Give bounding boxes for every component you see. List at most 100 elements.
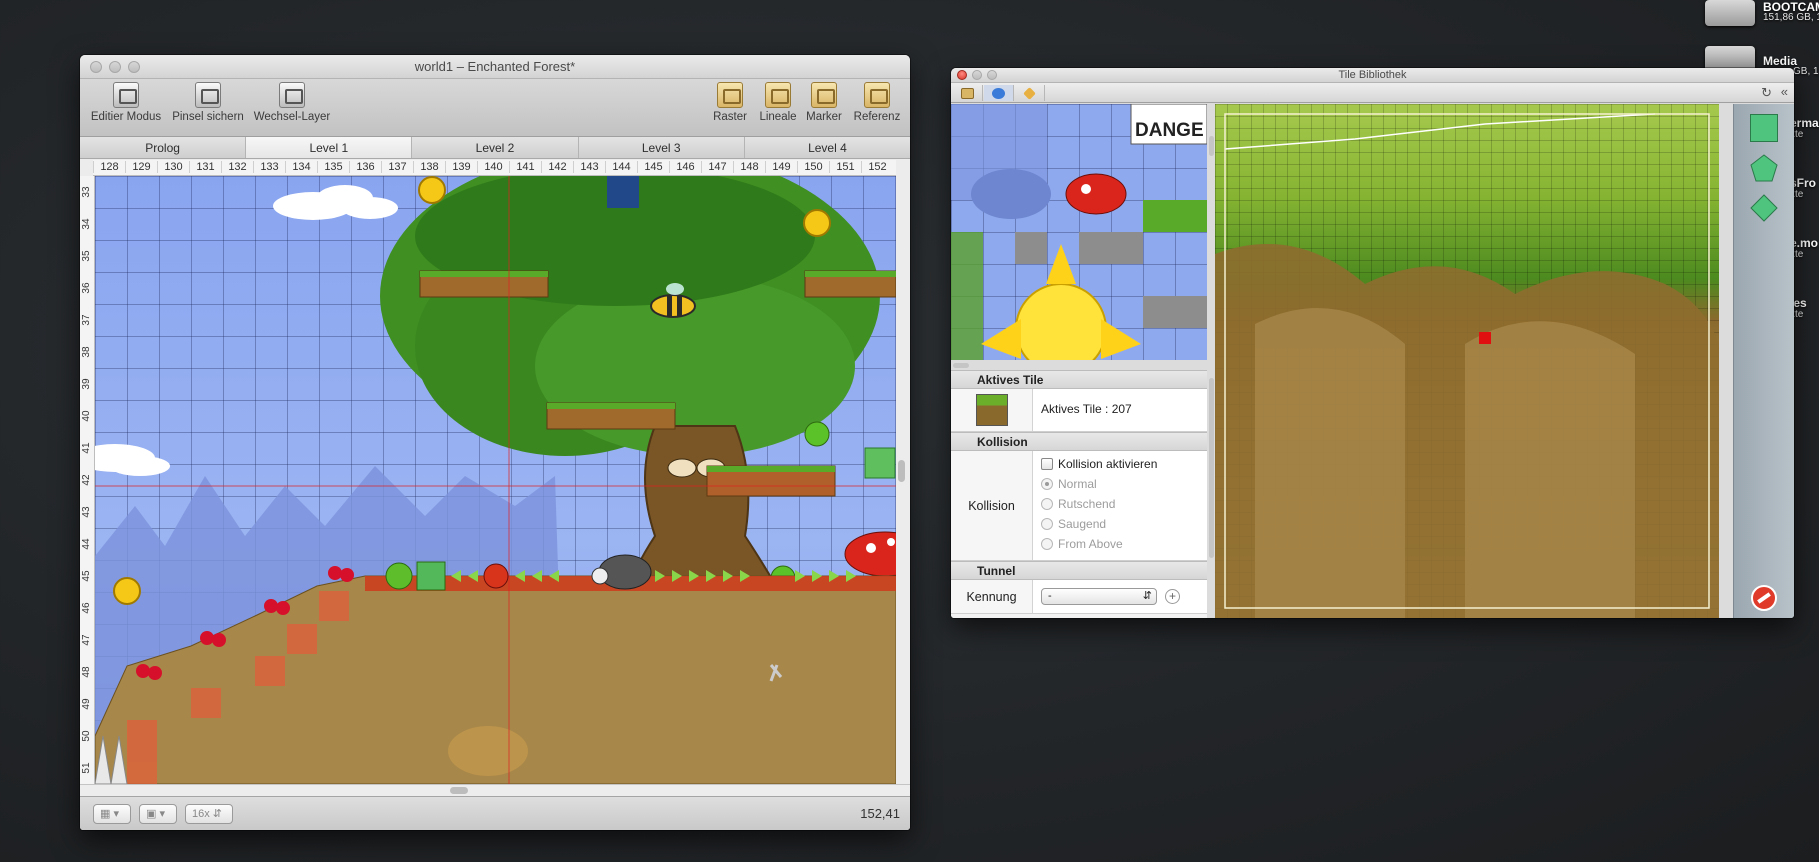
desktop-icon-file-3[interactable]: e.mo kte [1790,236,1819,266]
editor-statusbar: ▦ ▾ ▣ ▾ 16x ⇵ 152,41 [80,796,910,830]
palette-scrollbar[interactable] [1209,136,1214,156]
palette-hscroll[interactable] [953,363,969,368]
diamond-shape-button[interactable] [1750,194,1778,222]
tab-prolog[interactable]: Prolog [80,137,247,158]
desktop-icon-file-2[interactable]: sFro kte [1790,176,1819,206]
collapse-icon[interactable]: « [1781,84,1788,99]
clear-shape-button[interactable] [1750,584,1778,612]
collision-option-normal[interactable]: Normal [1041,477,1097,491]
radio-button[interactable] [1041,538,1053,550]
close-button[interactable] [90,61,102,73]
row-ruler: 33 34 35 36 37 38 39 40 41 42 43 44 45 46 47 48 49 50 51 [80,176,95,784]
desktop-icon-file-1[interactable]: erma kte [1790,116,1819,146]
radio-label: Normal [1058,477,1097,491]
zoom-button[interactable] [128,61,140,73]
zoom-button[interactable] [987,70,997,80]
collision-option-saugend[interactable]: Saugend [1041,517,1106,531]
rulers-button[interactable]: Lineale [756,82,800,123]
column-number: 136 [349,161,381,173]
tile-marker-button[interactable] [1015,85,1045,101]
tab-level-4[interactable]: Level 4 [745,137,910,158]
pentagon-shape-button[interactable] [1750,154,1778,182]
edit-mode-icon [113,82,139,108]
desktop-icon-sublabel: 151,86 GB, 1 [1763,12,1819,23]
add-kennung-button[interactable]: + [1165,589,1180,604]
column-number: 137 [381,161,413,173]
tile-next-button[interactable] [984,85,1014,101]
radio-button[interactable] [1041,478,1053,490]
row-number: 35 [81,250,92,262]
layer-view-popup[interactable]: ▦ ▾ [93,804,131,824]
zoom-stepper[interactable]: 16x ⇵ [185,804,233,824]
collision-checkbox[interactable] [1041,458,1053,470]
radio-label: Rutschend [1058,497,1116,511]
grid-button[interactable]: Raster [708,82,752,123]
return-arrow-block [416,561,446,591]
window-title: Tile Bibliothek [1338,69,1407,81]
tile-palette-art: DANGE [951,104,1207,360]
kennung-value: - [1048,590,1052,602]
edit-mode-button[interactable]: Editier Modus [88,82,164,123]
tile-grid-button[interactable] [953,85,983,101]
row-number: 45 [81,570,92,582]
minimize-button[interactable] [972,70,982,80]
tile-thumbnail [975,394,1008,426]
horizontal-scroll-thumb[interactable] [450,787,468,794]
row-number: 48 [81,666,92,678]
wood-platform [546,402,676,430]
apple-pickup [804,421,830,447]
tile-library-titlebar[interactable]: Tile Bibliothek [951,68,1794,83]
close-button[interactable] [957,70,967,80]
row-number: 42 [81,474,92,486]
save-brush-button[interactable]: Pinsel sichern [168,82,248,123]
inspector-scrollbar[interactable] [1209,378,1214,558]
selected-pixel-marker [1479,332,1491,344]
tile-zoom-preview[interactable] [1215,104,1719,618]
column-number: 135 [317,161,349,173]
refresh-icon[interactable]: ↻ [1761,85,1772,101]
vertical-scroll-thumb[interactable] [898,460,905,482]
radio-button[interactable] [1041,518,1053,530]
desktop-icon-bootcamp[interactable]: BOOTCAM 151,86 GB, 1 [1705,0,1819,30]
level-canvas[interactable] [95,176,896,784]
column-number: 129 [125,161,157,173]
tile-palette[interactable]: DANGE [951,104,1207,360]
cloud [273,185,398,220]
diamond-icon [1750,194,1778,222]
row-number: 44 [81,538,92,550]
switch-layer-button[interactable]: Wechsel-Layer [252,82,332,123]
toolbar-label: Wechsel-Layer [253,111,331,123]
tile-view-popup[interactable]: ▣ ▾ [139,804,177,824]
marker-button[interactable]: Marker [802,82,846,123]
editor-toolbar: Editier Modus Pinsel sichern Wechsel-Lay… [80,79,910,137]
desktop-icon-file-4[interactable]: les kte [1790,296,1819,326]
row-number: 37 [81,314,92,326]
pentagon-icon [1750,154,1778,182]
active-tile-row: Aktives Tile : 207 [951,389,1207,432]
kennung-select[interactable]: - ⇵ [1041,588,1157,605]
toolbar-label: Editier Modus [90,111,162,123]
collision-option-from-above[interactable]: From Above [1041,537,1123,551]
wood-platform [419,270,549,298]
ruler-icon [765,82,791,108]
tab-level-2[interactable]: Level 2 [412,137,579,158]
tab-level-1[interactable]: Level 1 [246,137,413,158]
active-tile-header: Aktives Tile [951,370,1207,389]
collision-option-rutschend[interactable]: Rutschend [1041,497,1115,511]
grid-icon [961,87,974,99]
square-shape-button[interactable] [1750,114,1778,142]
minimize-button[interactable] [109,61,121,73]
reference-button[interactable]: Referenz [850,82,904,123]
collision-checkbox-row[interactable]: Kollision aktivieren [1041,457,1157,471]
row-number: 40 [81,410,92,422]
tab-level-3[interactable]: Level 3 [579,137,745,158]
horizontal-scrollbar[interactable] [80,784,910,796]
sun-tile [1015,283,1107,360]
row-number: 39 [81,378,92,390]
smiley-coin [803,209,831,237]
editor-titlebar[interactable]: world1 – Enchanted Forest* [80,55,910,79]
smiley-coin [418,176,446,204]
column-number: 149 [765,161,797,173]
column-number: 142 [541,161,573,173]
radio-button[interactable] [1041,498,1053,510]
